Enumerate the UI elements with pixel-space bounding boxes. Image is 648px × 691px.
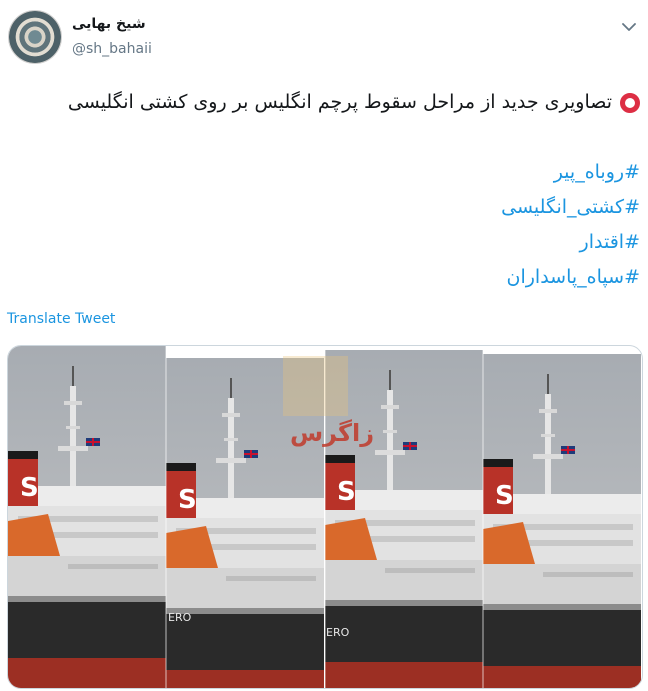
- hashtag-link[interactable]: #سپاه_پاسداران: [10, 260, 640, 295]
- author-display-name[interactable]: شیخ بهایی: [72, 16, 146, 32]
- hashtag-link[interactable]: #کشتی_انگلیسی: [10, 190, 640, 225]
- funnel-letter: S: [20, 473, 39, 503]
- tweet-body: تصاویری جدید از مراحل سقوط پرچم انگلیس ب…: [67, 91, 612, 113]
- translate-tweet-link[interactable]: Translate Tweet: [7, 311, 115, 327]
- hashtag-link[interactable]: #روباه_پیر: [10, 155, 640, 190]
- funnel-letter: S: [337, 477, 356, 507]
- funnel-letter: S: [495, 481, 514, 511]
- hashtag-link[interactable]: #اقتدار: [10, 225, 640, 260]
- red-circle-icon: [620, 92, 640, 113]
- hull-text: ERO: [168, 611, 192, 624]
- tweet-text: تصاویری جدید از مراحل سقوط پرچم انگلیس ب…: [10, 85, 640, 295]
- author-handle[interactable]: @sh_bahaii: [72, 41, 152, 57]
- funnel-letter: S: [178, 485, 197, 515]
- watermark-text: زاگرس: [290, 419, 374, 447]
- ship-photo-collage: S S S S ERO ERO زاگرس: [8, 346, 642, 688]
- avatar[interactable]: [8, 10, 62, 64]
- tweet-media-image[interactable]: S S S S ERO ERO زاگرس: [7, 345, 643, 689]
- hull-text: ERO: [326, 626, 350, 639]
- chevron-down-icon[interactable]: [620, 18, 638, 36]
